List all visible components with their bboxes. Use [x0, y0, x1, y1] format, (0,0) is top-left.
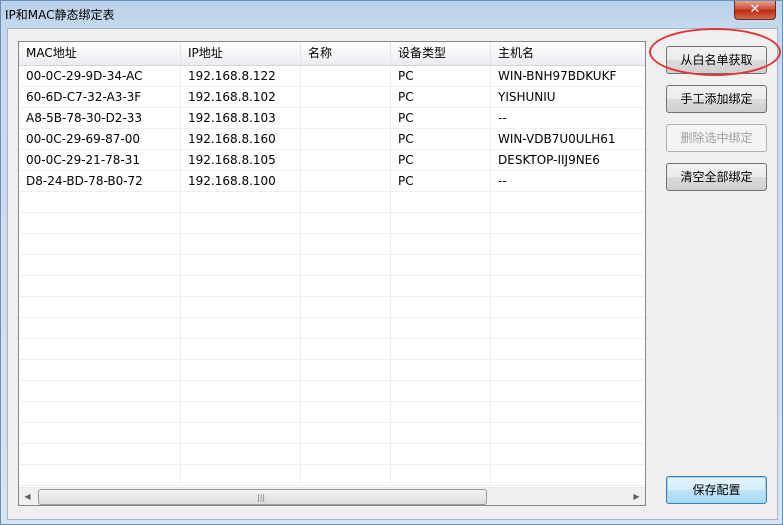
arrow-right-icon: ▶	[633, 492, 640, 501]
cell-hostname: WIN-BNH97BDKUKF	[498, 69, 617, 83]
cell-device-type: PC	[398, 69, 414, 83]
cell-ip: 192.168.8.122	[188, 69, 276, 83]
list-header: MAC地址 IP地址 名称 设备类型 主机名	[19, 42, 645, 66]
empty-row	[19, 192, 645, 213]
scroll-left-button[interactable]: ◀	[19, 488, 36, 505]
cell-hostname: --	[498, 111, 507, 125]
empty-row	[19, 318, 645, 339]
get-from-whitelist-button[interactable]: 从白名单获取	[666, 46, 767, 74]
cell-device-type: PC	[398, 174, 414, 188]
arrow-left-icon: ◀	[24, 492, 31, 501]
cell-name	[301, 66, 391, 86]
cell-name	[301, 171, 391, 191]
cell-name	[301, 87, 391, 107]
cell-name	[301, 108, 391, 128]
table-row[interactable]: 60-6D-C7-32-A3-3F 192.168.8.102 PC YISHU…	[19, 87, 645, 108]
empty-row	[19, 255, 645, 276]
scrollbar-thumb[interactable]: |||	[38, 489, 487, 505]
empty-row	[19, 276, 645, 297]
manual-add-binding-button[interactable]: 手工添加绑定	[666, 85, 767, 113]
grip-icon: |||	[257, 493, 266, 502]
cell-mac: 00-0C-29-69-87-00	[26, 132, 141, 146]
empty-row	[19, 297, 645, 318]
empty-row	[19, 402, 645, 423]
close-icon: ✕	[749, 2, 761, 17]
cell-hostname: WIN-VDB7U0ULH61	[498, 132, 616, 146]
cell-device-type: PC	[398, 111, 414, 125]
scroll-right-button[interactable]: ▶	[628, 488, 645, 505]
list-body: 00-0C-29-9D-34-AC 192.168.8.122 PC WIN-B…	[19, 66, 645, 486]
table-row[interactable]: 00-0C-29-9D-34-AC 192.168.8.122 PC WIN-B…	[19, 66, 645, 87]
binding-list[interactable]: MAC地址 IP地址 名称 设备类型 主机名 00-0C-29-9D-34-AC…	[18, 41, 646, 506]
table-row[interactable]: D8-24-BD-78-B0-72 192.168.8.100 PC --	[19, 171, 645, 192]
cell-hostname: --	[498, 174, 507, 188]
cell-mac: 60-6D-C7-32-A3-3F	[26, 90, 142, 104]
column-header-hostname[interactable]: 主机名	[491, 42, 645, 65]
window-title: IP和MAC静态绑定表	[5, 8, 115, 22]
close-button[interactable]: ✕	[734, 1, 776, 20]
cell-mac: 00-0C-29-21-78-31	[26, 153, 141, 167]
cell-device-type: PC	[398, 153, 414, 167]
cell-device-type: PC	[398, 90, 414, 104]
title-bar[interactable]: IP和MAC静态绑定表 ✕	[1, 1, 782, 27]
cell-name	[301, 150, 391, 170]
empty-row	[19, 213, 645, 234]
column-header-name[interactable]: 名称	[301, 42, 391, 65]
table-row[interactable]: A8-5B-78-30-D2-33 192.168.8.103 PC --	[19, 108, 645, 129]
cell-mac: 00-0C-29-9D-34-AC	[26, 69, 143, 83]
horizontal-scrollbar[interactable]: ◀ ||| ▶	[19, 487, 645, 505]
table-row[interactable]: 00-0C-29-21-78-31 192.168.8.105 PC DESKT…	[19, 150, 645, 171]
cell-ip: 192.168.8.103	[188, 111, 276, 125]
save-config-button[interactable]: 保存配置	[666, 476, 767, 504]
binding-table-window: IP和MAC静态绑定表 ✕ MAC地址 IP地址 名称 设备类型 主机名 00-…	[0, 0, 783, 525]
table-row[interactable]: 00-0C-29-69-87-00 192.168.8.160 PC WIN-V…	[19, 129, 645, 150]
empty-row	[19, 381, 645, 402]
cell-ip: 192.168.8.105	[188, 153, 276, 167]
clear-all-bindings-button[interactable]: 清空全部绑定	[666, 163, 767, 191]
delete-selected-binding-button[interactable]: 删除选中绑定	[666, 124, 767, 152]
cell-ip: 192.168.8.102	[188, 90, 276, 104]
cell-mac: A8-5B-78-30-D2-33	[26, 111, 143, 125]
empty-row	[19, 234, 645, 255]
empty-row	[19, 360, 645, 381]
cell-name	[301, 129, 391, 149]
cell-ip: 192.168.8.100	[188, 174, 276, 188]
cell-hostname: DESKTOP-IIJ9NE6	[498, 153, 600, 167]
column-header-device-type[interactable]: 设备类型	[391, 42, 491, 65]
cell-ip: 192.168.8.160	[188, 132, 276, 146]
empty-row	[19, 339, 645, 360]
empty-row	[19, 465, 645, 486]
empty-row	[19, 444, 645, 465]
cell-mac: D8-24-BD-78-B0-72	[26, 174, 143, 188]
column-header-mac[interactable]: MAC地址	[19, 42, 181, 65]
client-area: MAC地址 IP地址 名称 设备类型 主机名 00-0C-29-9D-34-AC…	[7, 28, 778, 520]
cell-device-type: PC	[398, 132, 414, 146]
column-header-ip[interactable]: IP地址	[181, 42, 301, 65]
cell-hostname: YISHUNIU	[498, 90, 556, 104]
empty-row	[19, 423, 645, 444]
